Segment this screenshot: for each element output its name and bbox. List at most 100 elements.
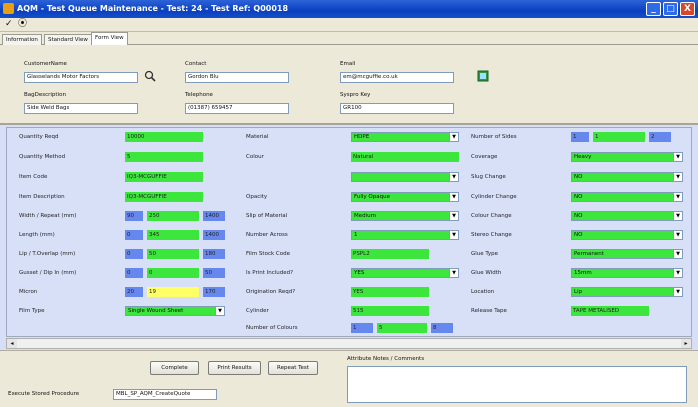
stereo-change-select[interactable]: NO ▼ [571, 230, 683, 240]
micron-min[interactable]: 20 [125, 287, 143, 297]
gusset-dip-min[interactable]: 0 [125, 268, 143, 278]
location-value: Lip [574, 289, 583, 295]
tab-form-view[interactable]: Form View [91, 32, 128, 45]
chevron-down-icon[interactable]: ▼ [449, 269, 458, 277]
maximize-button[interactable]: □ [663, 2, 678, 16]
telephone-field[interactable]: (01387) 659457 [185, 103, 289, 114]
number-of-colours-min[interactable]: 1 [351, 323, 373, 333]
slip-of-material-select[interactable]: Medium ▼ [351, 211, 459, 221]
opacity-select[interactable]: Fully Opaque ▼ [351, 192, 459, 202]
scroll-right-icon[interactable]: ▸ [681, 339, 691, 348]
film-type-select[interactable]: Single Wound Sheet ▼ [125, 306, 225, 316]
record-icon[interactable]: ⦿ [18, 19, 27, 30]
colour-change-select[interactable]: NO ▼ [571, 211, 683, 221]
width-repeat-label: Width / Repeat (mm) [19, 213, 77, 219]
gusset-dip-value[interactable]: 0 [147, 268, 199, 278]
slug-change-select[interactable]: NO ▼ [571, 172, 683, 182]
scroll-left-icon[interactable]: ◂ [7, 339, 17, 348]
chevron-down-icon[interactable]: ▼ [673, 212, 682, 220]
number-of-sides-value[interactable]: 1 [593, 132, 645, 142]
glue-width-select[interactable]: 15mm ▼ [571, 268, 683, 278]
print-included-select[interactable]: YES ▼ [351, 268, 459, 278]
print-included-label: Is Print Included? [246, 270, 294, 276]
cylinder-change-select[interactable]: NO ▼ [571, 192, 683, 202]
item-code-field[interactable]: IQ3-MCGUFFIE [125, 172, 203, 182]
tab-standard-view[interactable]: Standard View [44, 34, 92, 45]
chevron-down-icon[interactable]: ▼ [449, 173, 458, 181]
stored-procedure-field[interactable]: MBL_SP_AQM_CreateQuote [113, 389, 217, 400]
search-icon[interactable] [143, 70, 157, 83]
number-across-label: Number Across [246, 232, 288, 238]
number-of-colours-value[interactable]: 5 [377, 323, 427, 333]
lip-overlap-max[interactable]: 180 [203, 249, 225, 259]
horizontal-scrollbar[interactable]: ◂ ▸ [6, 338, 692, 349]
email-field[interactable]: em@mcguffie.co.uk [340, 72, 454, 83]
slug-change-value: NO [574, 174, 583, 180]
gusset-dip-max[interactable]: 50 [203, 268, 225, 278]
chevron-down-icon[interactable]: ▼ [449, 212, 458, 220]
lip-overlap-value[interactable]: 50 [147, 249, 199, 259]
location-label: Location [471, 289, 495, 295]
location-select[interactable]: Lip ▼ [571, 287, 683, 297]
glue-type-select[interactable]: Permanent ▼ [571, 249, 683, 259]
width-repeat-value[interactable]: 250 [147, 211, 199, 221]
chevron-down-icon[interactable]: ▼ [673, 288, 682, 296]
length-min[interactable]: 0 [125, 230, 143, 240]
quantity-method-field[interactable]: 5 [125, 152, 203, 162]
number-of-colours-max[interactable]: 8 [431, 323, 453, 333]
chevron-down-icon[interactable]: ▼ [673, 231, 682, 239]
film-stock-code-label: Film Stock Code [246, 251, 290, 257]
customer-name-field[interactable]: Glasselands Motor Factors [24, 72, 138, 83]
micron-max[interactable]: 170 [203, 287, 225, 297]
minimize-button[interactable]: _ [646, 2, 661, 16]
chevron-down-icon[interactable]: ▼ [449, 133, 458, 141]
coverage-select[interactable]: Heavy ▼ [571, 152, 683, 162]
bag-description-field[interactable]: Side Weld Bags [24, 103, 138, 114]
chevron-down-icon[interactable]: ▼ [449, 231, 458, 239]
quantity-reqd-field[interactable]: 10000 [125, 132, 203, 142]
tab-information[interactable]: Information [2, 34, 42, 45]
form-view-panel: Quantity Reqd 10000 Quantity Method 5 It… [6, 127, 692, 337]
number-across-select[interactable]: 1 ▼ [351, 230, 459, 240]
chevron-down-icon[interactable]: ▼ [449, 193, 458, 201]
repeat-test-button[interactable]: Repeat Test [268, 361, 318, 375]
origination-reqd-field[interactable]: YES [351, 287, 429, 297]
colour-field[interactable]: Natural [351, 152, 459, 162]
attribute-notes-textarea[interactable] [347, 366, 687, 403]
micron-value[interactable]: 19 [147, 287, 199, 297]
telephone-label: Telephone [185, 92, 213, 98]
material-value: HDPE [354, 134, 370, 140]
syspro-key-field[interactable]: GR100 [340, 103, 454, 114]
quantity-reqd-label: Quantity Reqd [19, 134, 59, 140]
film-stock-code-field[interactable]: PSPL2 [351, 249, 429, 259]
chevron-down-icon[interactable]: ▼ [673, 269, 682, 277]
email-icon[interactable] [476, 70, 490, 83]
print-results-button[interactable]: Print Results [208, 361, 261, 375]
lip-overlap-min[interactable]: 0 [125, 249, 143, 259]
length-max[interactable]: 1400 [203, 230, 225, 240]
chevron-down-icon[interactable]: ▼ [215, 307, 224, 315]
material-select[interactable]: HDPE ▼ [351, 132, 459, 142]
width-repeat-max[interactable]: 1400 [203, 211, 225, 221]
number-of-colours-label: Number of Colours [246, 325, 298, 331]
number-across-value: 1 [354, 232, 358, 238]
glue-type-label: Glue Type [471, 251, 499, 257]
contact-field[interactable]: Gordon Blu [185, 72, 289, 83]
number-of-sides-max[interactable]: 2 [649, 132, 671, 142]
width-repeat-min[interactable]: 90 [125, 211, 143, 221]
chevron-down-icon[interactable]: ▼ [673, 173, 682, 181]
chevron-down-icon[interactable]: ▼ [673, 193, 682, 201]
blank-select[interactable]: ▼ [351, 172, 459, 182]
complete-button[interactable]: Complete [150, 361, 199, 375]
number-of-sides-min[interactable]: 1 [571, 132, 589, 142]
chevron-down-icon[interactable]: ▼ [673, 250, 682, 258]
release-tape-field[interactable]: TAPE METALISED [571, 306, 649, 316]
cylinder-field[interactable]: 515 [351, 306, 429, 316]
header-panel: CustomerName Glasselands Motor Factors C… [0, 45, 698, 125]
close-button[interactable]: X [680, 2, 695, 16]
item-description-field[interactable]: IQ3-MCGUFFIE [125, 192, 203, 202]
length-value[interactable]: 345 [147, 230, 199, 240]
opacity-value: Fully Opaque [354, 194, 390, 200]
check-icon[interactable]: ✓ [5, 19, 13, 30]
chevron-down-icon[interactable]: ▼ [673, 153, 682, 161]
